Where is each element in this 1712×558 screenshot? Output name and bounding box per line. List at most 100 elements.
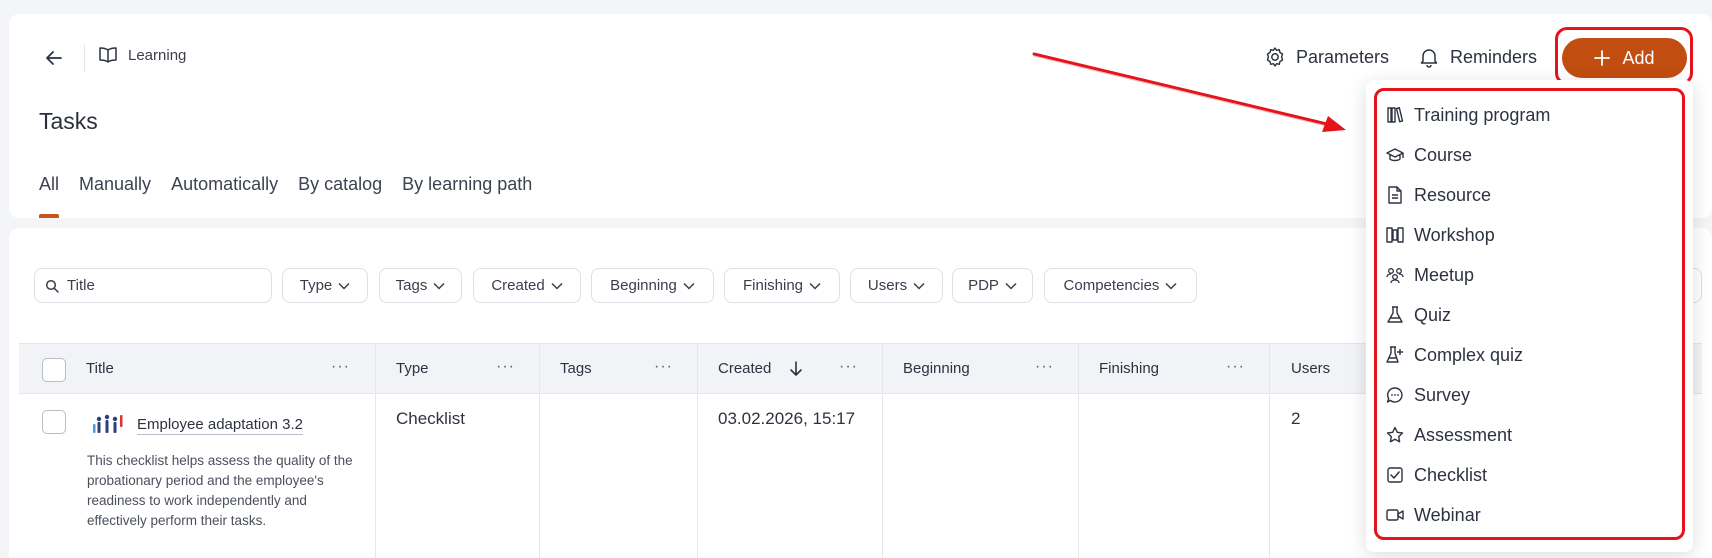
menu-item-complex-quiz[interactable]: Complex quiz [1386,341,1523,369]
column-type[interactable]: Type [396,344,429,393]
tab-by-catalog[interactable]: By catalog [298,174,382,218]
star-icon [1386,426,1404,443]
column-created[interactable]: Created [718,344,771,393]
column-menu-icon[interactable]: ··· [839,358,858,376]
add-button[interactable]: Add [1562,38,1687,78]
tab-by-learning-path[interactable]: By learning path [402,174,532,218]
menu-item-label: Assessment [1414,424,1513,445]
cell-users: 2 [1291,409,1301,428]
menu-item-label: Workshop [1414,224,1495,245]
menu-item-label: Course [1414,144,1473,165]
search-input[interactable]: Title [34,268,272,303]
filter-label: Finishing [742,277,804,294]
sort-down-icon[interactable] [789,361,803,377]
filter-users[interactable]: Users [850,268,943,303]
workshop-icon [1386,227,1404,243]
chevron-down-icon [1165,282,1177,290]
menu-item-resource[interactable]: Resource [1386,181,1491,209]
gear-icon [1266,47,1284,67]
document-icon [1388,186,1402,204]
menu-item-workshop[interactable]: Workshop [1386,221,1495,249]
column-divider [375,343,376,558]
parameters-label: Parameters [1296,46,1390,67]
filter-label: Tags [395,277,428,294]
chat-bubble-icon [1386,387,1403,403]
chevron-down-icon [338,282,350,290]
menu-item-assessment[interactable]: Assessment [1386,421,1512,449]
column-divider [697,343,698,558]
chevron-down-icon [551,282,563,290]
back-button[interactable] [40,44,68,72]
task-logo-icon [93,414,123,433]
menu-item-label: Meetup [1414,264,1475,285]
search-icon [45,279,59,293]
column-users[interactable]: Users [1291,344,1330,393]
page-title: Tasks [39,108,98,134]
filter-label: Users [867,277,908,294]
filter-label: PDP [968,277,999,294]
filter-created[interactable]: Created [473,268,581,303]
cell-type: Checklist [396,409,465,428]
column-menu-icon[interactable]: ··· [654,358,673,376]
menu-item-label: Webinar [1414,504,1481,525]
bell-icon [1420,49,1438,68]
cell-created: 03.02.2026, 15:17 [718,409,856,428]
menu-item-label: Training program [1414,104,1551,125]
column-tags[interactable]: Tags [560,344,592,393]
menu-item-webinar[interactable]: Webinar [1386,501,1481,529]
column-divider [882,343,883,558]
chevron-down-icon [913,282,925,290]
column-title[interactable]: Title [86,344,114,393]
menu-item-label: Checklist [1414,464,1488,485]
column-divider [1269,343,1270,558]
flask-icon [1387,306,1403,323]
parameters-button[interactable]: Parameters [1264,46,1389,68]
column-finishing[interactable]: Finishing [1099,344,1159,393]
tab-all[interactable]: All [39,174,60,218]
column-divider [1078,343,1079,558]
flask-plus-icon [1386,346,1403,363]
tab-automatically[interactable]: Automatically [171,174,278,218]
row-checkbox[interactable] [42,410,66,434]
chevron-down-icon [1005,282,1017,290]
filter-type[interactable]: Type [282,268,368,303]
menu-item-meetup[interactable]: Meetup [1386,261,1474,289]
menu-item-training-program[interactable]: Training program [1386,101,1550,129]
menu-item-survey[interactable]: Survey [1386,381,1470,409]
breadcrumb-label: Learning [128,46,187,64]
filter-pdp[interactable]: PDP [952,268,1033,303]
menu-item-label: Resource [1414,184,1492,205]
filter-beginning[interactable]: Beginning [591,268,714,303]
menu-item-checklist[interactable]: Checklist [1386,461,1487,489]
menu-item-label: Survey [1414,384,1471,405]
task-description: This checklist helps assess the quality … [87,453,353,528]
column-menu-icon[interactable]: ··· [1226,358,1245,376]
add-label: Add [1622,47,1655,68]
filter-finishing[interactable]: Finishing [724,268,840,303]
menu-item-label: Quiz [1414,304,1452,325]
column-menu-icon[interactable]: ··· [1035,358,1054,376]
tab-manually[interactable]: Manually [79,174,151,218]
breadcrumb[interactable]: Learning [98,46,186,64]
menu-item-quiz[interactable]: Quiz [1386,301,1451,329]
chevron-down-icon [809,282,821,290]
divider [84,44,85,72]
column-menu-icon[interactable]: ··· [331,358,350,376]
reminders-button[interactable]: Reminders [1418,46,1537,68]
tabs: All Manually Automatically By catalog By… [39,174,532,218]
menu-item-course[interactable]: Course [1386,141,1472,169]
arrow-left-icon [46,51,62,65]
graduation-cap-icon [1386,148,1404,162]
filter-label: Created [491,277,545,294]
select-all-checkbox[interactable] [42,358,66,382]
task-title-link[interactable]: Employee adaptation 3.2 [137,416,303,435]
filter-tags[interactable]: Tags [379,268,462,303]
books-icon [1387,107,1404,123]
column-beginning[interactable]: Beginning [903,344,970,393]
reminders-label: Reminders [1450,46,1538,67]
book-icon [99,47,117,63]
plus-icon [1594,50,1611,66]
filter-competencies[interactable]: Competencies [1044,268,1197,303]
chevron-down-icon [683,282,695,290]
column-menu-icon[interactable]: ··· [496,358,515,376]
